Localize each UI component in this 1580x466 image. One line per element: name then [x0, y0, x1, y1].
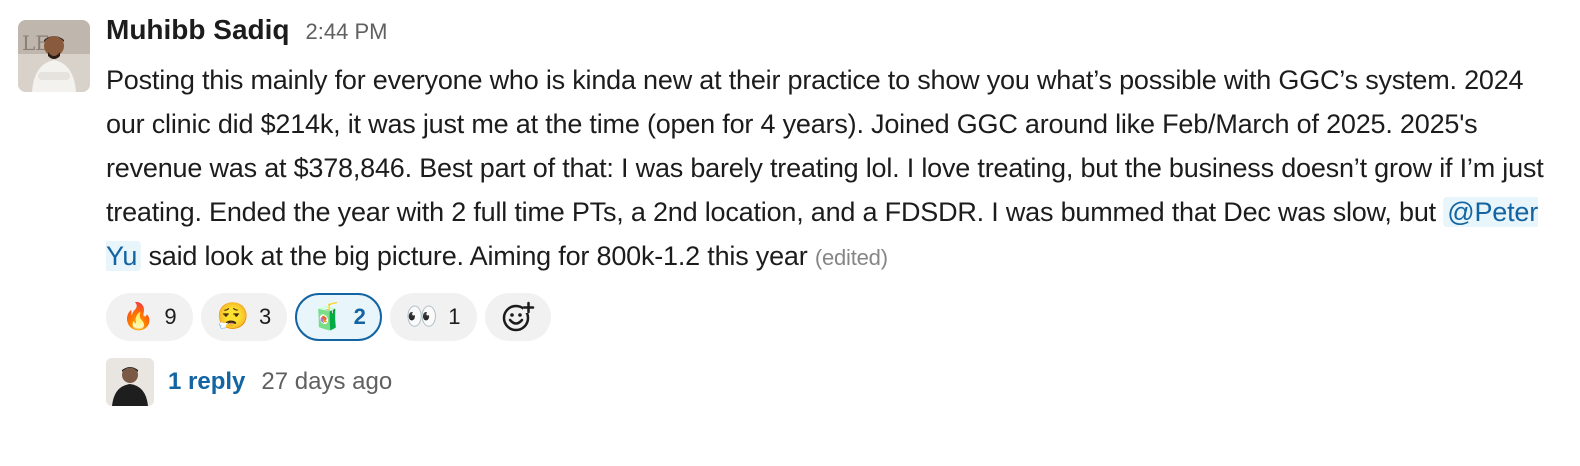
reply-avatar-image [106, 358, 154, 406]
message: LE Muhibb Sadiq 2:44 PM Posting this mai… [0, 0, 1580, 466]
author-avatar-image: LE [18, 20, 90, 92]
message-text-part1: Posting this mainly for everyone who is … [106, 65, 1544, 227]
juice-box-icon: 🧃 [311, 302, 344, 332]
last-reply-time: 27 days ago [261, 368, 393, 395]
author-name[interactable]: Muhibb Sadiq [106, 14, 290, 46]
add-reaction-icon [502, 301, 534, 332]
reply-count-link[interactable]: 1 reply [168, 368, 245, 396]
message-timestamp[interactable]: 2:44 PM [306, 19, 388, 45]
reaction-juice-box[interactable]: 🧃 2 [295, 293, 382, 341]
fire-icon: 🔥 [122, 302, 155, 332]
reaction-fire[interactable]: 🔥 9 [106, 293, 193, 341]
reaction-count: 3 [259, 304, 272, 329]
reaction-count: 2 [353, 304, 366, 329]
exhale-face-icon: 😮‍💨 [216, 302, 249, 332]
reaction-count: 1 [448, 304, 461, 329]
message-text-part2: said look at the big picture. Aiming for… [148, 241, 808, 271]
reaction-eyes[interactable]: 👀 1 [389, 293, 477, 341]
message-header: Muhibb Sadiq 2:44 PM [106, 14, 1556, 58]
message-body: Posting this mainly for everyone who is … [106, 58, 1556, 280]
message-content: Muhibb Sadiq 2:44 PM Posting this mainly… [106, 14, 1556, 406]
reply-avatar[interactable] [106, 358, 154, 406]
thread-summary: 1 reply 27 days ago [106, 358, 1556, 406]
reaction-exhale-face[interactable]: 😮‍💨 3 [200, 293, 288, 341]
reaction-count: 9 [164, 304, 177, 329]
edited-label: (edited) [814, 245, 888, 270]
author-avatar[interactable]: LE [18, 20, 90, 92]
add-reaction-button[interactable] [484, 293, 551, 341]
reactions-bar: 🔥 9 😮‍💨 3 🧃 2 👀 1 [106, 292, 1556, 342]
eyes-icon: 👀 [405, 302, 439, 332]
